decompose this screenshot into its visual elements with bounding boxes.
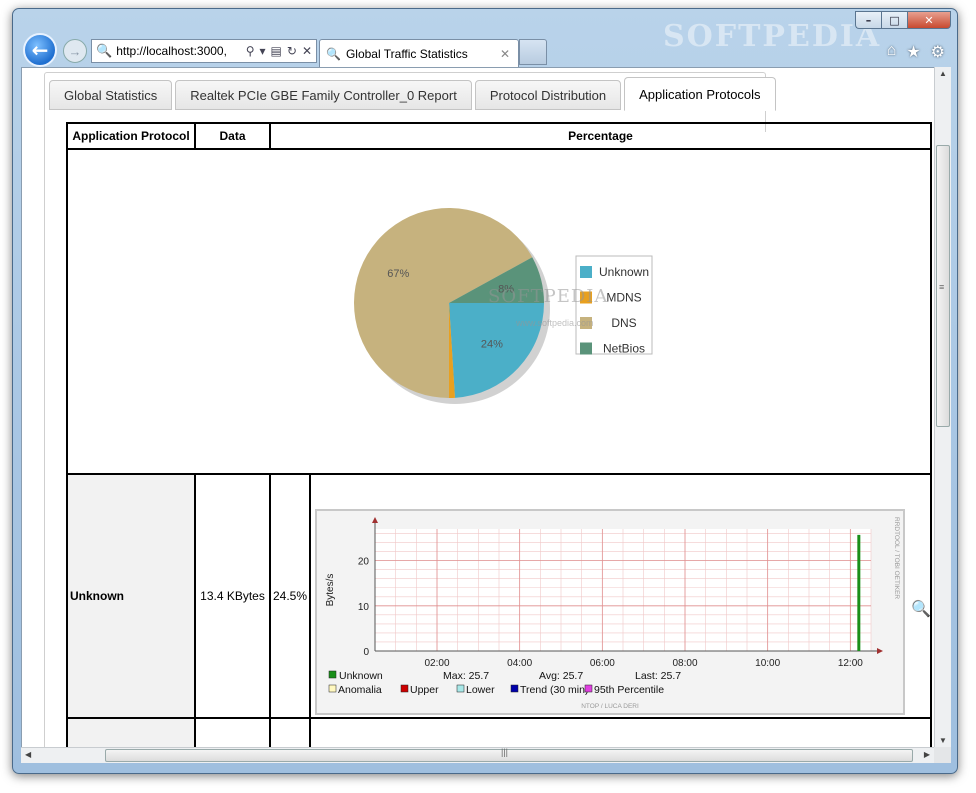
rrd-graph-svg: 0 10 20 02:00 04:00 06:00 08:00 10:00 12:00 Bytes…	[325, 517, 900, 710]
rrd-graph-cell: 0 10 20 02:00 04:00 06:00 08:00 10:00 12:00 Bytes…	[309, 473, 932, 719]
new-tab-button[interactable]	[519, 39, 547, 65]
forward-button[interactable]: →	[63, 39, 87, 63]
rrd-bar-unknown	[857, 534, 861, 651]
rrd-y-tick-label: 0	[363, 647, 369, 658]
pie-slice-label: 67%	[387, 268, 409, 280]
page-icon: 🔍	[96, 43, 113, 58]
rrd-x-tick-label: 10:00	[755, 658, 780, 669]
pie-legend-label: NetBios	[603, 342, 645, 356]
vertical-scrollbar[interactable]: ▲ ≡ ▼	[934, 67, 951, 747]
address-text: http://localhost:3000,	[116, 44, 227, 58]
tab-favicon-icon: 🔍	[326, 46, 341, 61]
rrd-side-label: RRDTOOL / TOBI OETIKER	[893, 517, 900, 599]
zoom-magnifier-icon[interactable]: 🔍	[911, 599, 931, 619]
tab-application-protocols[interactable]: Application Protocols	[624, 77, 776, 111]
dropdown-icon[interactable]: ▾	[260, 44, 266, 58]
address-tools: ⚲ ▾ ▤ ↻ ✕	[246, 44, 316, 58]
tab-global-statistics[interactable]: Global Statistics	[49, 80, 173, 110]
refresh-icon[interactable]: ↻	[287, 44, 297, 58]
browser-window: SOFTPEDIA – □ ✕ ← → 🔍 http://localhost:3…	[12, 8, 958, 774]
protocol-data: 13.4 KBytes	[194, 473, 271, 719]
address-bar[interactable]: 🔍 http://localhost:3000, ⚲ ▾ ▤ ↻ ✕	[91, 39, 317, 63]
pie-legend-swatch	[580, 266, 592, 278]
softpedia-watermark: SOFTPEDIA	[663, 19, 882, 54]
scroll-left-icon[interactable]: ◀	[25, 750, 31, 759]
rrd-legend-swatch	[456, 684, 465, 693]
rrd-graph: 0 10 20 02:00 04:00 06:00 08:00 10:00 12:00 Bytes…	[315, 509, 905, 715]
pie-legend-label: Unknown	[599, 265, 649, 279]
rrd-legend-swatch	[328, 670, 337, 679]
rrd-legend-swatch	[584, 684, 593, 693]
application-protocols-table: Application Protocol Data Percentage 67%…	[66, 122, 932, 759]
browser-tab[interactable]: 🔍 Global Traffic Statistics ✕	[319, 39, 519, 67]
rrd-x-tick-label: 04:00	[507, 658, 532, 669]
rrd-legend-swatch	[328, 684, 337, 693]
rrd-stat-last: Last: 25.7	[635, 670, 681, 682]
rrd-legend-swatch	[510, 684, 519, 693]
softpedia-watermark-pie: SOFTPEDIA	[488, 286, 609, 307]
protocol-pie-chart: 67%8%24%UnknownMDNSDNSNetBios	[354, 208, 653, 404]
rrd-y-axis-label: Bytes/s	[325, 574, 336, 607]
rrd-x-tick-label: 02:00	[424, 658, 449, 669]
rrd-legend-label: 95th Percentile	[594, 684, 664, 696]
rrd-footer: NTOP / LUCA DERI	[581, 703, 639, 710]
rrd-stat-max: Max: 25.7	[443, 670, 489, 682]
rrd-y-tick-label: 20	[358, 557, 370, 568]
close-window-button[interactable]: ✕	[907, 11, 951, 29]
close-tab-icon[interactable]: ✕	[500, 47, 518, 61]
report-tabs: Global Statistics Realtek PCIe GBE Famil…	[49, 77, 776, 111]
back-arrow-icon: ←	[31, 38, 49, 62]
softpedia-url-watermark: www.softpedia.com	[516, 318, 594, 328]
header-application-protocol: Application Protocol	[66, 122, 196, 150]
home-icon[interactable]: ⌂	[887, 42, 897, 62]
maximize-button[interactable]: □	[881, 11, 907, 29]
rrd-y-tick-label: 10	[358, 602, 370, 613]
table-row: Unknown 13.4 KBytes 24.5% 0 10 20 02:00 04:0…	[66, 473, 932, 719]
rrd-legend-label: Trend (30 min)	[520, 684, 588, 696]
scroll-right-icon[interactable]: ▶	[924, 750, 930, 759]
stop-icon[interactable]: ✕	[302, 44, 312, 58]
pie-legend-label: DNS	[611, 316, 636, 330]
rrd-x-arrow	[877, 648, 883, 654]
page-border	[44, 122, 45, 762]
tab-title: Global Traffic Statistics	[345, 46, 468, 61]
rrd-x-tick-label: 12:00	[838, 658, 863, 669]
pie-chart-cell: 67% 8% 24% Unknown MDNS DNS NetBios SOFTPEDIA …	[66, 148, 932, 475]
rrd-y-arrow	[372, 517, 378, 523]
scroll-grip-icon: ≡	[939, 282, 945, 292]
hscroll-grip-icon: |||	[501, 747, 509, 757]
pie-legend-label: MDNS	[606, 291, 641, 305]
pie-legend-swatch	[580, 342, 592, 355]
tab-protocol-distribution[interactable]: Protocol Distribution	[474, 80, 622, 110]
back-button[interactable]: ←	[23, 33, 57, 67]
rrd-x-tick-label: 06:00	[590, 658, 615, 669]
tab-interface-report[interactable]: Realtek PCIe GBE Family Controller_0 Rep…	[175, 80, 472, 110]
caption-buttons: – □ ✕	[855, 11, 951, 29]
pie-slice-label: 24%	[481, 338, 503, 350]
protocol-percent: 24.5%	[269, 473, 311, 719]
compat-icon[interactable]: ▤	[271, 44, 282, 58]
horizontal-scroll-thumb[interactable]	[105, 749, 913, 762]
minimize-button[interactable]: –	[855, 11, 881, 29]
search-icon[interactable]: ⚲	[246, 44, 255, 58]
settings-gear-icon[interactable]: ⚙	[931, 42, 945, 62]
protocol-name: Unknown	[66, 473, 196, 719]
rrd-legend-label: Lower	[466, 684, 495, 696]
rrd-x-tick-label: 08:00	[672, 658, 697, 669]
rrd-legend-label: Unknown	[339, 670, 383, 682]
ie-toolbar-right: ⌂ ★ ⚙	[887, 42, 945, 62]
page-viewport: Global Statistics Realtek PCIe GBE Famil…	[21, 67, 942, 763]
rrd-legend-label: Anomalia	[338, 684, 382, 696]
scrollbar-corner	[934, 747, 951, 763]
header-data: Data	[194, 122, 271, 150]
forward-arrow-icon: →	[68, 43, 82, 59]
rrd-legend-label: Upper	[410, 684, 439, 696]
horizontal-scrollbar[interactable]: ◀ ||| ▶	[21, 747, 934, 763]
favorites-star-icon[interactable]: ★	[906, 42, 920, 62]
scroll-up-icon[interactable]: ▲	[939, 69, 947, 78]
header-percentage: Percentage	[269, 122, 932, 150]
rrd-legend-swatch	[400, 684, 409, 693]
scroll-down-icon[interactable]: ▼	[939, 736, 947, 745]
rrd-stat-avg: Avg: 25.7	[539, 670, 583, 682]
